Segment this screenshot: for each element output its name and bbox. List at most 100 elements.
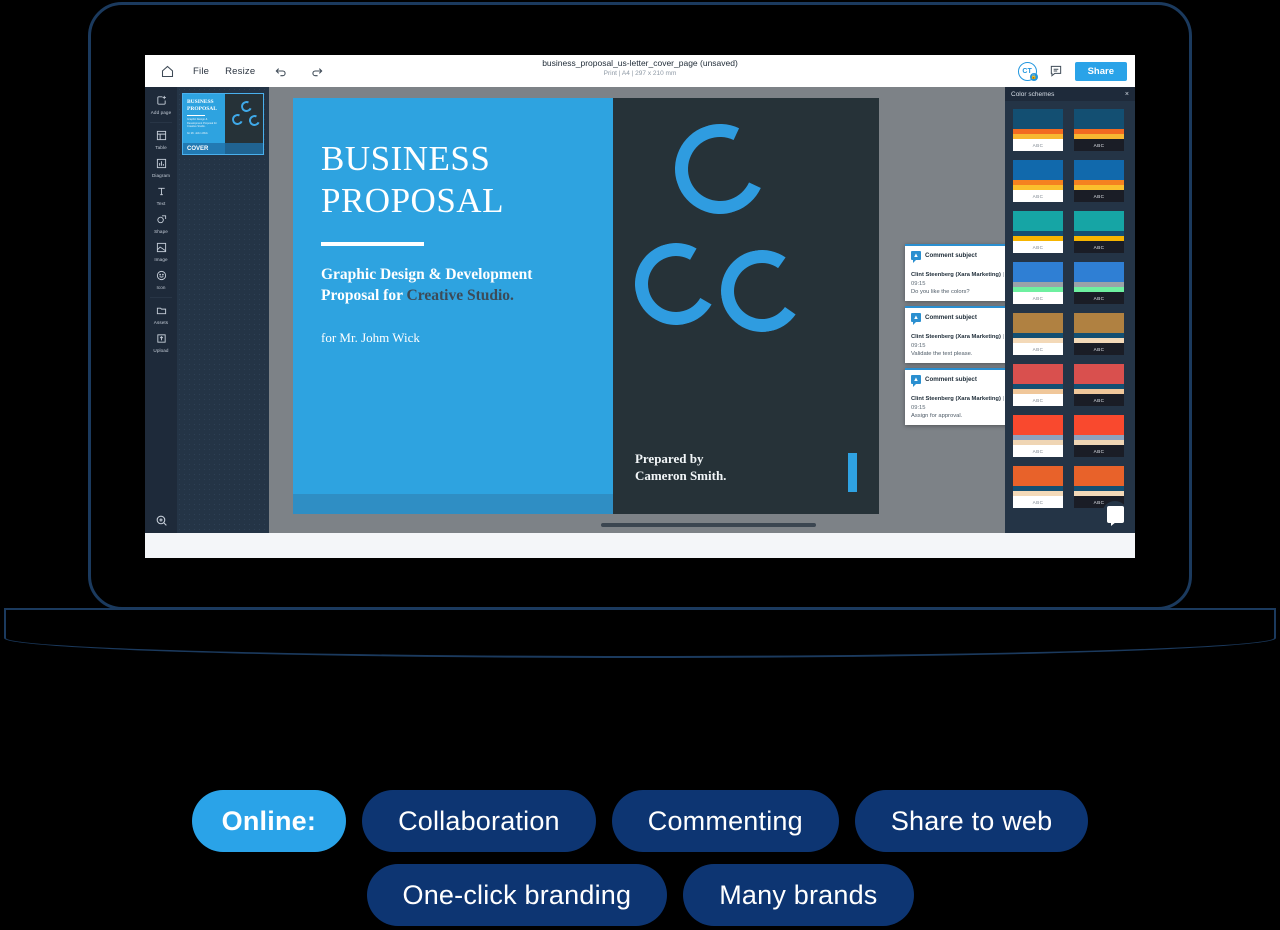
laptop-foot xyxy=(4,634,1276,658)
document-page[interactable]: BUSINESS PROPOSAL Graphic Design & Devel… xyxy=(293,98,879,514)
swatch-label: ABC xyxy=(1032,193,1044,199)
tool-label: Icon xyxy=(156,285,166,290)
comment-text: Validate the text please. xyxy=(911,351,973,357)
ring-icon xyxy=(230,112,245,127)
horizontal-scrollbar-thumb[interactable] xyxy=(601,523,816,527)
swatch-primary xyxy=(1013,415,1063,435)
swatch-primary xyxy=(1074,313,1124,333)
avatar[interactable]: CT 🔒 xyxy=(1017,61,1038,81)
swatch-label: ABC xyxy=(1093,397,1105,403)
table-icon xyxy=(156,130,167,144)
tool-shape[interactable]: Shape xyxy=(145,210,177,238)
color-scheme-swatch[interactable]: ABC xyxy=(1013,364,1063,406)
feature-pill[interactable]: One-click branding xyxy=(366,864,668,926)
swatch-label: ABC xyxy=(1032,244,1044,250)
feature-pill[interactable]: Online: xyxy=(191,790,347,852)
tool-icon[interactable]: Icon xyxy=(145,266,177,294)
tool-label: Text xyxy=(156,201,166,206)
comment-header: ▲ Comment subject xyxy=(911,251,1005,263)
comment-card[interactable]: ▲ Comment subject Clint Steenberg (Xara … xyxy=(905,368,1005,425)
swatch-label: ABC xyxy=(1032,499,1044,505)
tool-diagram[interactable]: Diagram xyxy=(145,154,177,182)
ring-graphic-1 xyxy=(662,111,778,227)
color-scheme-swatch[interactable]: ABC xyxy=(1074,160,1124,202)
swatch-primary xyxy=(1074,262,1124,282)
swatch-label: ABC xyxy=(1093,346,1105,352)
tool-rail: Add page Table Diagram Text Shape Image … xyxy=(145,87,177,533)
color-scheme-swatch[interactable]: ABC xyxy=(1074,211,1124,253)
thumbnail-subtitle: Graphic Design & Development Proposal fo… xyxy=(187,118,217,129)
color-scheme-swatch[interactable]: ABC xyxy=(1074,109,1124,151)
swatch-primary xyxy=(1074,466,1124,486)
feature-pill[interactable]: Many brands xyxy=(683,864,914,926)
color-scheme-swatch[interactable]: ABC xyxy=(1013,109,1063,151)
text-icon xyxy=(156,186,167,200)
swatch-label: ABC xyxy=(1093,244,1105,250)
swatch-primary xyxy=(1074,211,1124,231)
color-scheme-swatch[interactable]: ABC xyxy=(1013,466,1063,508)
comment-subject: Comment subject xyxy=(925,314,977,321)
comment-separator: | xyxy=(1002,272,1004,278)
swatch-primary xyxy=(1074,109,1124,129)
zoom-in-icon[interactable] xyxy=(145,514,177,527)
menu-file[interactable]: File xyxy=(193,66,209,77)
swatch-primary xyxy=(1013,466,1063,486)
tool-add-page[interactable]: Add page xyxy=(145,91,177,119)
shape-icon xyxy=(156,214,167,228)
close-icon[interactable]: × xyxy=(1125,91,1129,98)
tool-table[interactable]: Table xyxy=(145,126,177,154)
redo-icon[interactable] xyxy=(307,61,327,81)
comment-card[interactable]: ▲ Comment subject Clint Steenberg (Xara … xyxy=(905,244,1005,301)
page-thumbnail[interactable]: BUSINESS PROPOSAL Graphic Design & Devel… xyxy=(182,93,264,155)
comment-subject: Comment subject xyxy=(925,376,977,383)
color-scheme-swatch[interactable]: ABC xyxy=(1013,262,1063,304)
tool-label: Image xyxy=(154,257,168,262)
document-title-text: BUSINESS PROPOSAL xyxy=(321,138,613,222)
swatch-primary xyxy=(1013,313,1063,333)
comment-author: Clint Steenberg (Xara Marketing) xyxy=(911,334,1001,340)
comment-card[interactable]: ▲ Comment subject Clint Steenberg (Xara … xyxy=(905,306,1005,363)
swatch-primary xyxy=(1013,109,1063,129)
swatch-label: ABC xyxy=(1093,448,1105,454)
color-schemes-grid: ABC ABC ABC ABC ABC ABC ABC ABC ABC ABC ABC ABC ABC A… xyxy=(1005,101,1135,533)
canvas-area[interactable]: BUSINESS PROPOSAL Graphic Design & Devel… xyxy=(269,87,1005,533)
color-scheme-swatch[interactable]: ABC xyxy=(1074,262,1124,304)
color-scheme-swatch[interactable]: ABC xyxy=(1013,313,1063,355)
title-rule xyxy=(321,242,424,246)
feature-pill[interactable]: Collaboration xyxy=(362,790,596,852)
title-line-2: PROPOSAL xyxy=(321,181,504,220)
comment-header: ▲ Comment subject xyxy=(911,375,1005,387)
prepared-line-2: Cameron Smith. xyxy=(634,468,727,483)
undo-icon[interactable] xyxy=(271,61,291,81)
menu-resize[interactable]: Resize xyxy=(225,66,255,77)
color-schemes-panel: Color schemes × ABC ABC ABC ABC ABC ABC ABC ABC… xyxy=(1005,87,1135,533)
tool-assets[interactable]: Assets xyxy=(145,301,177,329)
color-scheme-swatch[interactable]: ABC xyxy=(1074,364,1124,406)
color-scheme-swatch[interactable]: ABC xyxy=(1013,211,1063,253)
diagram-icon xyxy=(156,158,167,172)
chat-bubble-icon[interactable] xyxy=(1102,501,1128,527)
accent-bar xyxy=(848,453,857,492)
swatch-primary xyxy=(1013,262,1063,282)
color-scheme-swatch[interactable]: ABC xyxy=(1074,313,1124,355)
swatch-label: ABC xyxy=(1032,142,1044,148)
comment-icon[interactable] xyxy=(1046,61,1066,81)
feature-pill-row: Online: Collaboration Commenting Share to w… xyxy=(191,790,1089,852)
add-page-icon xyxy=(156,95,167,109)
tool-text[interactable]: Text xyxy=(145,182,177,210)
comment-text: Assign for approval. xyxy=(911,413,963,419)
feature-pill[interactable]: Commenting xyxy=(611,790,839,852)
thumbnail-for: for Mr. Johm Wick xyxy=(187,131,208,135)
feature-pill[interactable]: Share to web xyxy=(854,790,1089,852)
swatch-label: ABC xyxy=(1032,448,1044,454)
color-schemes-title: Color schemes xyxy=(1011,90,1055,98)
color-scheme-swatch[interactable]: ABC xyxy=(1013,160,1063,202)
swatch-primary xyxy=(1013,211,1063,231)
share-button[interactable]: Share xyxy=(1074,61,1127,81)
tool-image[interactable]: Image xyxy=(145,238,177,266)
tool-upload[interactable]: Upload xyxy=(145,329,177,357)
home-icon[interactable] xyxy=(157,61,177,81)
thumbnail-rule xyxy=(187,114,205,116)
color-scheme-swatch[interactable]: ABC xyxy=(1074,415,1124,457)
color-scheme-swatch[interactable]: ABC xyxy=(1013,415,1063,457)
